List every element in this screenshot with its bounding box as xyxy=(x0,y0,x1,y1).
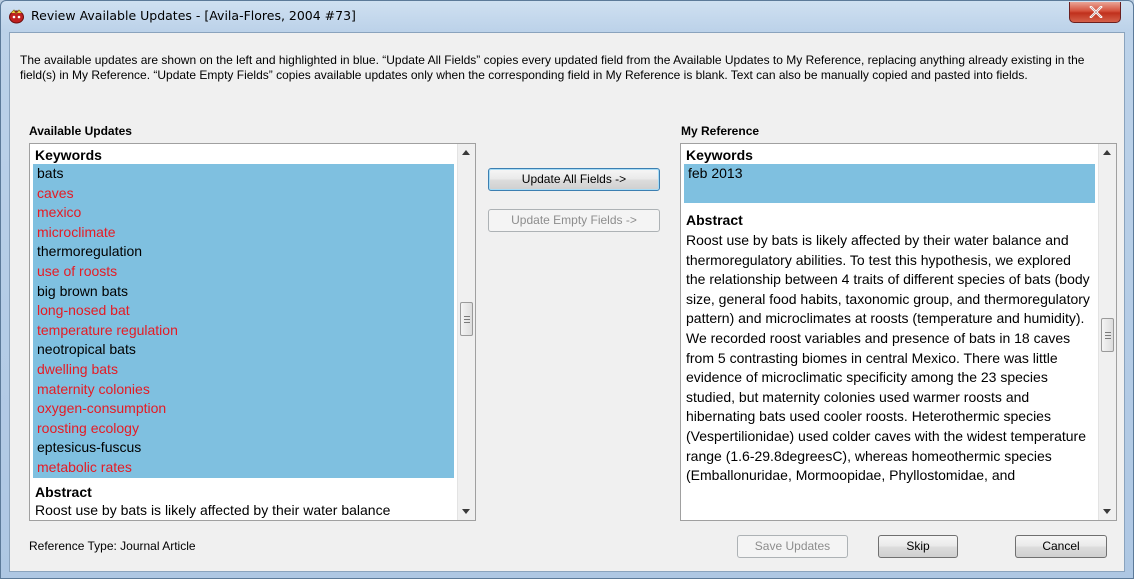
abstract-text[interactable]: Roost use by bats is likely affected by … xyxy=(681,229,1099,486)
window-title: Review Available Updates - [Avila-Flores… xyxy=(31,8,356,23)
keywords-heading: Keywords xyxy=(686,147,753,163)
instructions-text: The available updates are shown on the l… xyxy=(20,53,1085,82)
keyword-item[interactable]: maternity colonies xyxy=(37,380,450,400)
cancel-button[interactable]: Cancel xyxy=(1015,535,1107,558)
keyword-item[interactable]: big brown bats xyxy=(37,282,450,302)
keyword-item[interactable]: thermoregulation xyxy=(37,242,450,262)
scroll-thumb-grip-icon xyxy=(464,322,470,323)
scroll-down-icon[interactable] xyxy=(458,503,475,520)
keyword-item[interactable]: eptesicus-fuscus xyxy=(37,438,450,458)
keyword-item[interactable]: long-nosed bat xyxy=(37,301,450,321)
vertical-scrollbar[interactable] xyxy=(457,144,475,520)
keyword-item[interactable]: use of roosts xyxy=(37,262,450,282)
scroll-thumb-grip-icon xyxy=(1105,335,1111,336)
my-reference-panel[interactable]: Keywords feb 2013 Abstract Roost use by … xyxy=(680,143,1117,521)
available-updates-label: Available Updates xyxy=(29,124,132,138)
scroll-thumb[interactable] xyxy=(1101,318,1114,352)
abstract-text[interactable]: Roost use by bats is likely affected by … xyxy=(30,501,458,521)
reference-type-label: Reference Type: Journal Article xyxy=(29,539,196,553)
vertical-scrollbar[interactable] xyxy=(1098,144,1116,520)
scroll-thumb-grip-icon xyxy=(464,316,470,317)
keyword-item[interactable]: metabolic rates xyxy=(37,458,450,478)
endnote-app-icon xyxy=(8,9,25,24)
keyword-item[interactable]: bats xyxy=(37,164,450,184)
scroll-thumb-grip-icon xyxy=(1105,332,1111,333)
my-reference-label: My Reference xyxy=(681,124,760,138)
my-reference-content[interactable]: Keywords feb 2013 Abstract Roost use by … xyxy=(681,144,1099,520)
scroll-up-icon[interactable] xyxy=(1099,144,1116,161)
keyword-item[interactable]: microclimate xyxy=(37,223,450,243)
my-keywords-value: feb 2013 xyxy=(688,165,743,181)
title-bar[interactable]: Review Available Updates - [Avila-Flores… xyxy=(1,1,1133,32)
save-updates-button[interactable]: Save Updates xyxy=(737,535,848,558)
keywords-list[interactable]: bats caves mexico microclimate thermoregulat… xyxy=(33,164,454,478)
available-updates-panel[interactable]: Keywords bats caves mexico microclimate ther… xyxy=(29,143,476,521)
skip-button[interactable]: Skip xyxy=(878,535,958,558)
update-empty-fields-button[interactable]: Update Empty Fields -> xyxy=(488,209,660,232)
keyword-item[interactable]: mexico xyxy=(37,203,450,223)
close-button[interactable] xyxy=(1069,2,1121,23)
scroll-down-icon[interactable] xyxy=(1099,503,1116,520)
scroll-thumb-grip-icon xyxy=(1105,338,1111,339)
keyword-item[interactable]: caves xyxy=(37,184,450,204)
review-updates-dialog: Review Available Updates - [Avila-Flores… xyxy=(0,0,1134,579)
abstract-heading: Abstract xyxy=(686,212,743,228)
scroll-thumb[interactable] xyxy=(460,302,473,336)
keyword-item[interactable]: dwelling bats xyxy=(37,360,450,380)
scroll-up-icon[interactable] xyxy=(458,144,475,161)
keyword-item[interactable]: oxygen-consumption xyxy=(37,399,450,419)
close-icon xyxy=(1089,6,1103,18)
available-updates-content[interactable]: Keywords bats caves mexico microclimate ther… xyxy=(30,144,458,520)
update-all-fields-button[interactable]: Update All Fields -> xyxy=(488,168,660,191)
keyword-item[interactable]: neotropical bats xyxy=(37,340,450,360)
keywords-heading: Keywords xyxy=(35,147,102,163)
my-keywords-field[interactable]: feb 2013 xyxy=(684,164,1095,203)
keyword-item[interactable]: temperature regulation xyxy=(37,321,450,341)
abstract-heading: Abstract xyxy=(35,483,92,500)
keyword-item[interactable]: roosting ecology xyxy=(37,419,450,439)
dialog-client-area: The available updates are shown on the l… xyxy=(9,32,1125,572)
scroll-thumb-grip-icon xyxy=(464,319,470,320)
